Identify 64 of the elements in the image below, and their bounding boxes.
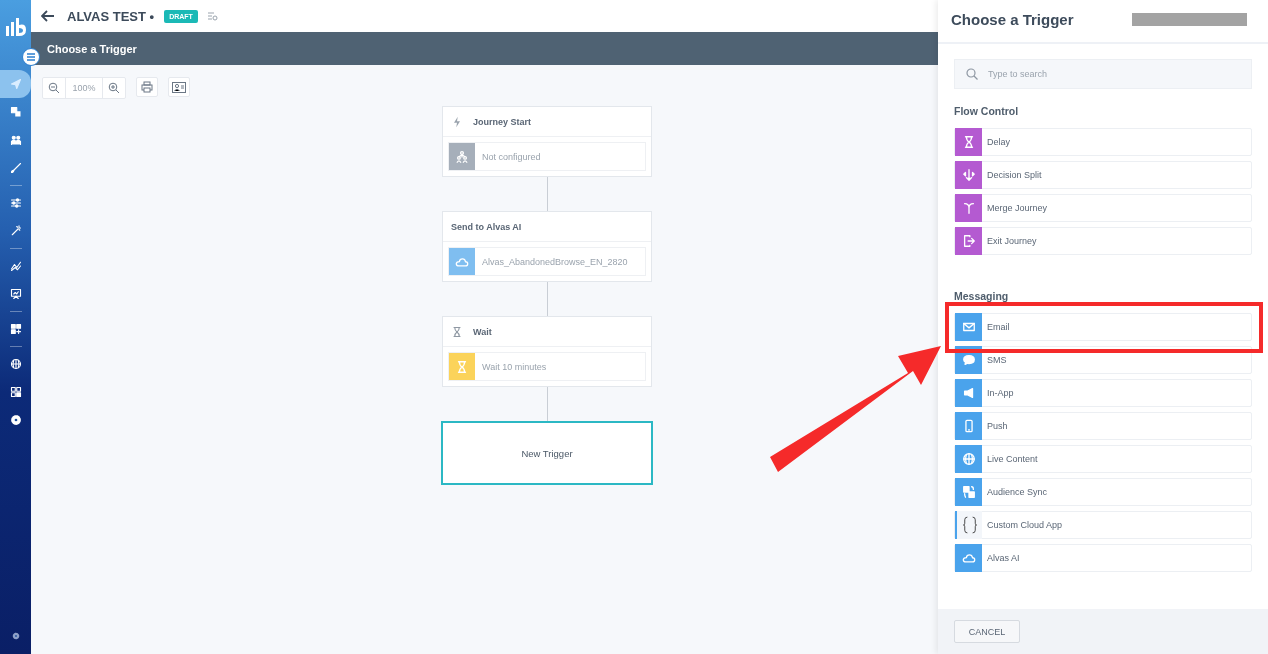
- globe-icon: [9, 358, 22, 370]
- zoom-in-icon: [108, 82, 120, 94]
- contact-card-icon: [172, 81, 186, 93]
- trigger-option[interactable]: Custom Cloud App: [954, 511, 1252, 539]
- trigger-option[interactable]: Email: [954, 313, 1252, 341]
- paper-plane-icon: [9, 78, 22, 90]
- speech-bubble-icon: [961, 353, 976, 367]
- logo-icon: [4, 16, 27, 38]
- people-tree-icon: [455, 149, 469, 164]
- node-detail-field: Not configured: [448, 142, 646, 171]
- hourglass-icon: [451, 325, 463, 338]
- line-chart-icon: [9, 260, 22, 272]
- back-button[interactable]: [41, 10, 55, 22]
- envelope-icon: [961, 320, 976, 334]
- node-title: Send to Alvas AI: [451, 221, 522, 232]
- node-detail-field: Alvas_AbandonedBrowse_EN_2820: [448, 247, 646, 276]
- globe-icon: [961, 452, 976, 466]
- menu-icon: [26, 53, 36, 61]
- node-title: Journey Start: [473, 116, 532, 127]
- page-heading: Choose a Trigger: [47, 42, 137, 55]
- merge-icon: [961, 201, 976, 215]
- trigger-option[interactable]: Audience Sync: [954, 478, 1252, 506]
- split-arrows-icon: [961, 168, 976, 182]
- printer-icon: [141, 81, 153, 93]
- squares-icon: [9, 106, 22, 118]
- search-icon: [966, 68, 978, 80]
- section-heading: Messaging: [954, 290, 1010, 302]
- panel-title: Choose a Trigger: [951, 11, 1074, 28]
- trigger-option[interactable]: Exit Journey: [954, 227, 1252, 255]
- people-icon: [9, 134, 22, 146]
- trigger-option[interactable]: Live Content: [954, 445, 1252, 473]
- lightning-bolt-icon: [451, 115, 463, 128]
- trigger-option[interactable]: Decision Split: [954, 161, 1252, 189]
- journey-node-card[interactable]: Wait Wait 10 minutes: [442, 316, 652, 387]
- brush-icon: [9, 162, 22, 174]
- print-button[interactable]: [136, 77, 158, 97]
- hourglass-icon: [455, 359, 469, 374]
- apps-grid-icon: [9, 323, 22, 335]
- qr-code-icon: [9, 386, 22, 398]
- new-trigger-node[interactable]: New Trigger: [441, 421, 653, 485]
- journey-title: ALVAS TEST •: [67, 8, 155, 24]
- section-heading: Flow Control: [954, 105, 1020, 117]
- trigger-option[interactable]: In-App: [954, 379, 1252, 407]
- megaphone-icon: [961, 386, 976, 400]
- cloud-icon: [961, 551, 976, 565]
- journey-node-card[interactable]: Send to Alvas AI Alvas_AbandonedBrowse_EN_2820: [442, 211, 652, 282]
- magic-wand-icon: [9, 225, 22, 237]
- sync-squares-icon: [961, 485, 976, 499]
- trigger-option[interactable]: Merge Journey: [954, 194, 1252, 222]
- trigger-option[interactable]: Delay: [954, 128, 1252, 156]
- contact-card-button[interactable]: [168, 77, 190, 97]
- menu-toggle-button[interactable]: [22, 48, 40, 66]
- sliders-icon: [9, 197, 22, 209]
- curly-braces-icon: [962, 516, 977, 534]
- journey-node-card[interactable]: Journey Start Not configured: [442, 106, 652, 177]
- zoom-out-icon: [48, 82, 60, 94]
- presentation-board-icon: [9, 288, 22, 300]
- exit-door-icon: [961, 234, 976, 248]
- node-detail-field: Wait 10 minutes: [448, 352, 646, 381]
- trigger-option[interactable]: Push: [954, 412, 1252, 440]
- search-field[interactable]: Type to search: [954, 59, 1252, 89]
- trigger-option[interactable]: Alvas AI: [954, 544, 1252, 572]
- cancel-button[interactable]: CANCEL: [954, 620, 1020, 643]
- node-title: Wait: [473, 326, 492, 337]
